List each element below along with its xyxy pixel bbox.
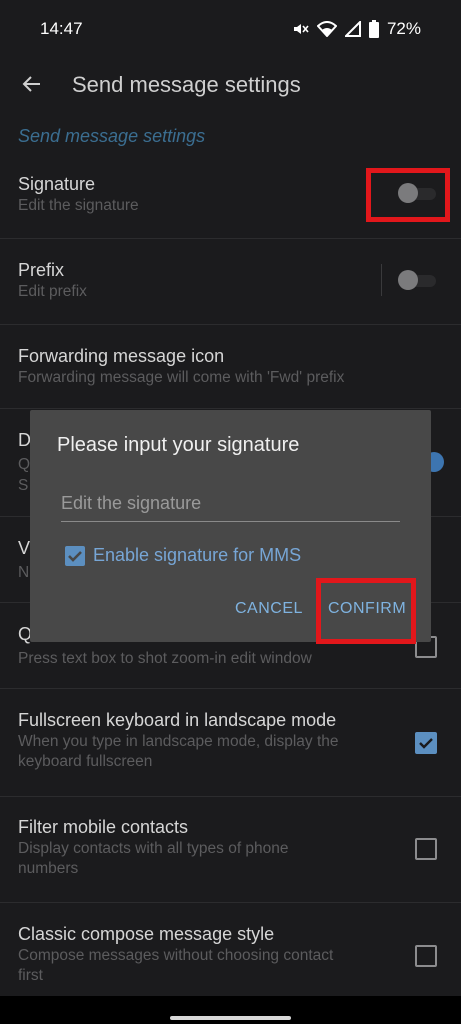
partial-title: V: [18, 538, 31, 558]
filter-contacts-checkbox[interactable]: [415, 838, 437, 860]
pref-summary-line: first: [18, 967, 43, 984]
signal-icon: [344, 21, 361, 37]
partial-summary: Press text box to shot zoom-in edit wind…: [18, 650, 312, 667]
pref-title: Filter mobile contacts: [18, 817, 189, 837]
highlight-box-confirm: [316, 578, 416, 644]
partial-summary: S: [18, 477, 29, 494]
navigation-bar: [0, 996, 461, 1024]
page-title: Send message settings: [72, 72, 301, 97]
dialog-title: Please input your signature: [57, 434, 300, 456]
pref-classic-compose[interactable]: Classic compose message style Compose me…: [0, 922, 461, 986]
pref-summary-line: Compose messages without choosing contac…: [18, 947, 334, 964]
home-handle[interactable]: [170, 1016, 291, 1020]
pref-summary: Forwarding message will come with 'Fwd' …: [18, 369, 345, 386]
pref-forwarding-icon[interactable]: Forwarding message icon Forwarding messa…: [0, 344, 461, 388]
pref-summary-line: numbers: [18, 860, 79, 877]
highlight-box-toggle: [366, 168, 450, 222]
divider: [0, 238, 461, 239]
pref-title: Forwarding message icon: [18, 346, 225, 366]
classic-compose-checkbox[interactable]: [415, 945, 437, 967]
pref-summary-line: Display contacts with all types of phone: [18, 840, 289, 857]
pref-filter-contacts[interactable]: Filter mobile contacts Display contacts …: [0, 815, 461, 879]
divider: [0, 408, 461, 409]
vertical-separator: [381, 264, 382, 296]
divider: [0, 796, 461, 797]
divider: [0, 324, 461, 325]
battery-percent: 72%: [386, 19, 421, 38]
pref-title: Fullscreen keyboard in landscape mode: [18, 710, 337, 730]
checkmark-icon: [68, 551, 82, 562]
partial-summary: Q: [18, 456, 31, 473]
pref-title: Prefix: [18, 260, 65, 280]
clock: 14:47: [40, 19, 83, 38]
pref-summary-line: When you type in landscape mode, display…: [18, 733, 339, 750]
divider: [0, 902, 461, 903]
mute-icon: [291, 20, 309, 38]
partial-summary: N: [18, 564, 30, 581]
mms-signature-label: Enable signature for MMS: [93, 545, 302, 565]
checkmark-icon: [419, 738, 433, 749]
toggle-thumb: [398, 270, 418, 290]
pref-prefix[interactable]: Prefix Edit prefix: [0, 258, 461, 302]
wifi-icon: [316, 21, 337, 37]
mms-signature-checkbox[interactable]: [65, 546, 85, 566]
pref-title: Classic compose message style: [18, 924, 275, 944]
status-icons: 72%: [291, 19, 421, 39]
status-bar: 14:47 72%: [0, 0, 461, 58]
prefix-toggle[interactable]: [398, 269, 438, 291]
fullscreen-keyboard-checkbox[interactable]: [415, 732, 437, 754]
back-arrow-icon[interactable]: [20, 72, 44, 96]
pref-summary-line: keyboard fullscreen: [18, 753, 153, 770]
section-header: Send message settings: [18, 126, 206, 146]
pref-fullscreen-keyboard[interactable]: Fullscreen keyboard in landscape mode Wh…: [0, 708, 461, 772]
divider: [0, 688, 461, 689]
app-bar: Send message settings: [0, 58, 461, 114]
signature-input[interactable]: Edit the signature: [61, 493, 400, 522]
cancel-button[interactable]: CANCEL: [235, 600, 303, 618]
pref-summary: Edit prefix: [18, 283, 87, 300]
battery-icon: [368, 20, 379, 38]
